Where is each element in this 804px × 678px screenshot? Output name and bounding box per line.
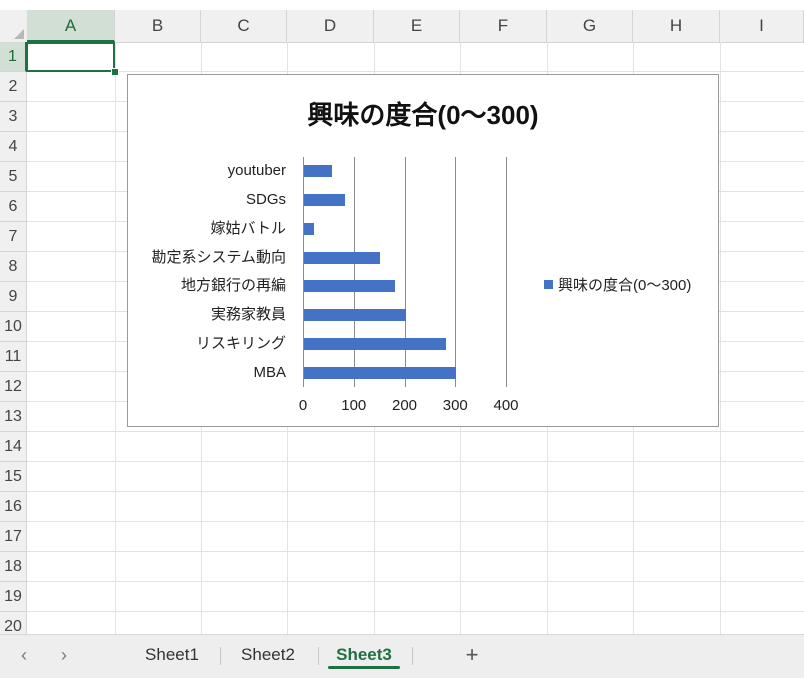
worksheet-grid[interactable]: A B C D E F G H I 1 2 3 4 5 6 7 8 9 10 11 12 13 14 15 1… xyxy=(0,0,804,634)
chart-title[interactable]: 興味の度合(0～300) xyxy=(128,95,718,132)
next-sheet-arrow-icon[interactable]: › xyxy=(52,643,76,667)
bar[interactable] xyxy=(304,280,395,292)
column-header-h[interactable]: H xyxy=(633,10,720,42)
active-cell-a1[interactable] xyxy=(26,42,115,72)
row-gridline xyxy=(27,521,804,522)
legend-label: 興味の度合(0～300) xyxy=(558,277,692,294)
select-all-corner[interactable] xyxy=(0,10,28,42)
category-axis-line xyxy=(303,157,304,387)
row-header[interactable]: 10 xyxy=(0,312,27,342)
column-header-b[interactable]: B xyxy=(115,10,201,42)
row-header[interactable]: 9 xyxy=(0,282,27,312)
tab-separator xyxy=(412,647,413,665)
row-gridline xyxy=(27,581,804,582)
value-gridline xyxy=(405,157,406,387)
category-label: リスキリング xyxy=(195,335,286,352)
column-header-e[interactable]: E xyxy=(374,10,460,42)
value-gridline xyxy=(354,157,355,387)
category-label: 嫁姑バトル xyxy=(210,220,286,237)
x-tick-label: 200 xyxy=(391,397,418,414)
add-sheet-button[interactable]: + xyxy=(458,641,486,669)
row-header[interactable]: 6 xyxy=(0,192,27,222)
category-label: 地方銀行の再編 xyxy=(180,277,286,294)
row-header[interactable]: 1 xyxy=(0,42,27,72)
column-header-c[interactable]: C xyxy=(201,10,287,42)
tab-separator xyxy=(318,647,319,665)
row-header[interactable]: 17 xyxy=(0,522,27,552)
top-strip xyxy=(0,0,804,10)
row-header[interactable]: 18 xyxy=(0,552,27,582)
category-label: MBA xyxy=(253,364,286,381)
category-label: 実務家教員 xyxy=(210,306,286,323)
active-tab-indicator xyxy=(328,666,400,669)
plot-area[interactable] xyxy=(303,157,507,387)
row-gridline xyxy=(27,461,804,462)
value-gridline xyxy=(506,157,507,387)
row-header[interactable]: 8 xyxy=(0,252,27,282)
sheet-tab-bar: ‹ › Sheet1 Sheet2 Sheet3 + xyxy=(0,634,804,678)
category-label: youtuber xyxy=(227,162,286,179)
row-gridline xyxy=(27,71,804,72)
row-header[interactable]: 2 xyxy=(0,72,27,102)
x-tick-label: 400 xyxy=(493,397,519,414)
value-gridline xyxy=(455,157,456,387)
column-gridline xyxy=(720,42,721,634)
row-header[interactable]: 12 xyxy=(0,372,27,402)
fill-handle[interactable] xyxy=(111,68,119,76)
row-header[interactable]: 11 xyxy=(0,342,27,372)
row-gridline xyxy=(27,431,804,432)
select-all-icon xyxy=(14,29,24,39)
prev-sheet-arrow-icon[interactable]: ‹ xyxy=(12,643,36,667)
x-tick-label: 300 xyxy=(442,397,468,414)
sheet-tab-sheet1[interactable]: Sheet1 xyxy=(130,639,214,671)
column-header-g[interactable]: G xyxy=(547,10,633,42)
row-header[interactable]: 7 xyxy=(0,222,27,252)
column-header-d[interactable]: D xyxy=(287,10,374,42)
category-label: 勘定系システム動向 xyxy=(151,249,286,266)
row-gridline xyxy=(27,611,804,612)
bar-chart[interactable]: 興味の度合(0～300) MBA リスキリング 実務家教員 地方銀行の再編 勘定系システ… xyxy=(127,74,719,427)
row-header[interactable]: 4 xyxy=(0,132,27,162)
bar[interactable] xyxy=(304,194,345,206)
sheet-tab-sheet3[interactable]: Sheet3 xyxy=(322,639,406,671)
column-header-i[interactable]: I xyxy=(720,10,804,42)
sheet-tab-sheet2[interactable]: Sheet2 xyxy=(226,639,310,671)
bar[interactable] xyxy=(304,165,332,177)
row-header[interactable]: 20 xyxy=(0,612,27,634)
category-label: SDGs xyxy=(245,191,286,208)
row-header[interactable]: 5 xyxy=(0,162,27,192)
legend[interactable]: 興味の度合(0～300) xyxy=(544,274,691,295)
column-gridline xyxy=(115,42,116,634)
bar[interactable] xyxy=(304,367,456,379)
bar[interactable] xyxy=(304,338,446,350)
bar[interactable] xyxy=(304,309,406,321)
column-header-a[interactable]: A xyxy=(27,10,115,42)
row-gridline xyxy=(27,551,804,552)
row-header[interactable]: 13 xyxy=(0,402,27,432)
row-header[interactable]: 19 xyxy=(0,582,27,612)
row-gridline xyxy=(27,491,804,492)
x-tick-label: 0 xyxy=(298,397,308,414)
sheet-tab-sheet3-label: Sheet3 xyxy=(336,645,392,664)
column-header-f[interactable]: F xyxy=(460,10,547,42)
bar[interactable] xyxy=(304,223,314,235)
legend-swatch xyxy=(544,280,553,289)
x-tick-label: 100 xyxy=(341,397,367,414)
row-header[interactable]: 15 xyxy=(0,462,27,492)
row-header[interactable]: 16 xyxy=(0,492,27,522)
bar[interactable] xyxy=(304,252,380,264)
row-header[interactable]: 3 xyxy=(0,102,27,132)
row-header[interactable]: 14 xyxy=(0,432,27,462)
tab-separator xyxy=(220,647,221,665)
column-header-row: A B C D E F G H I xyxy=(0,10,804,43)
